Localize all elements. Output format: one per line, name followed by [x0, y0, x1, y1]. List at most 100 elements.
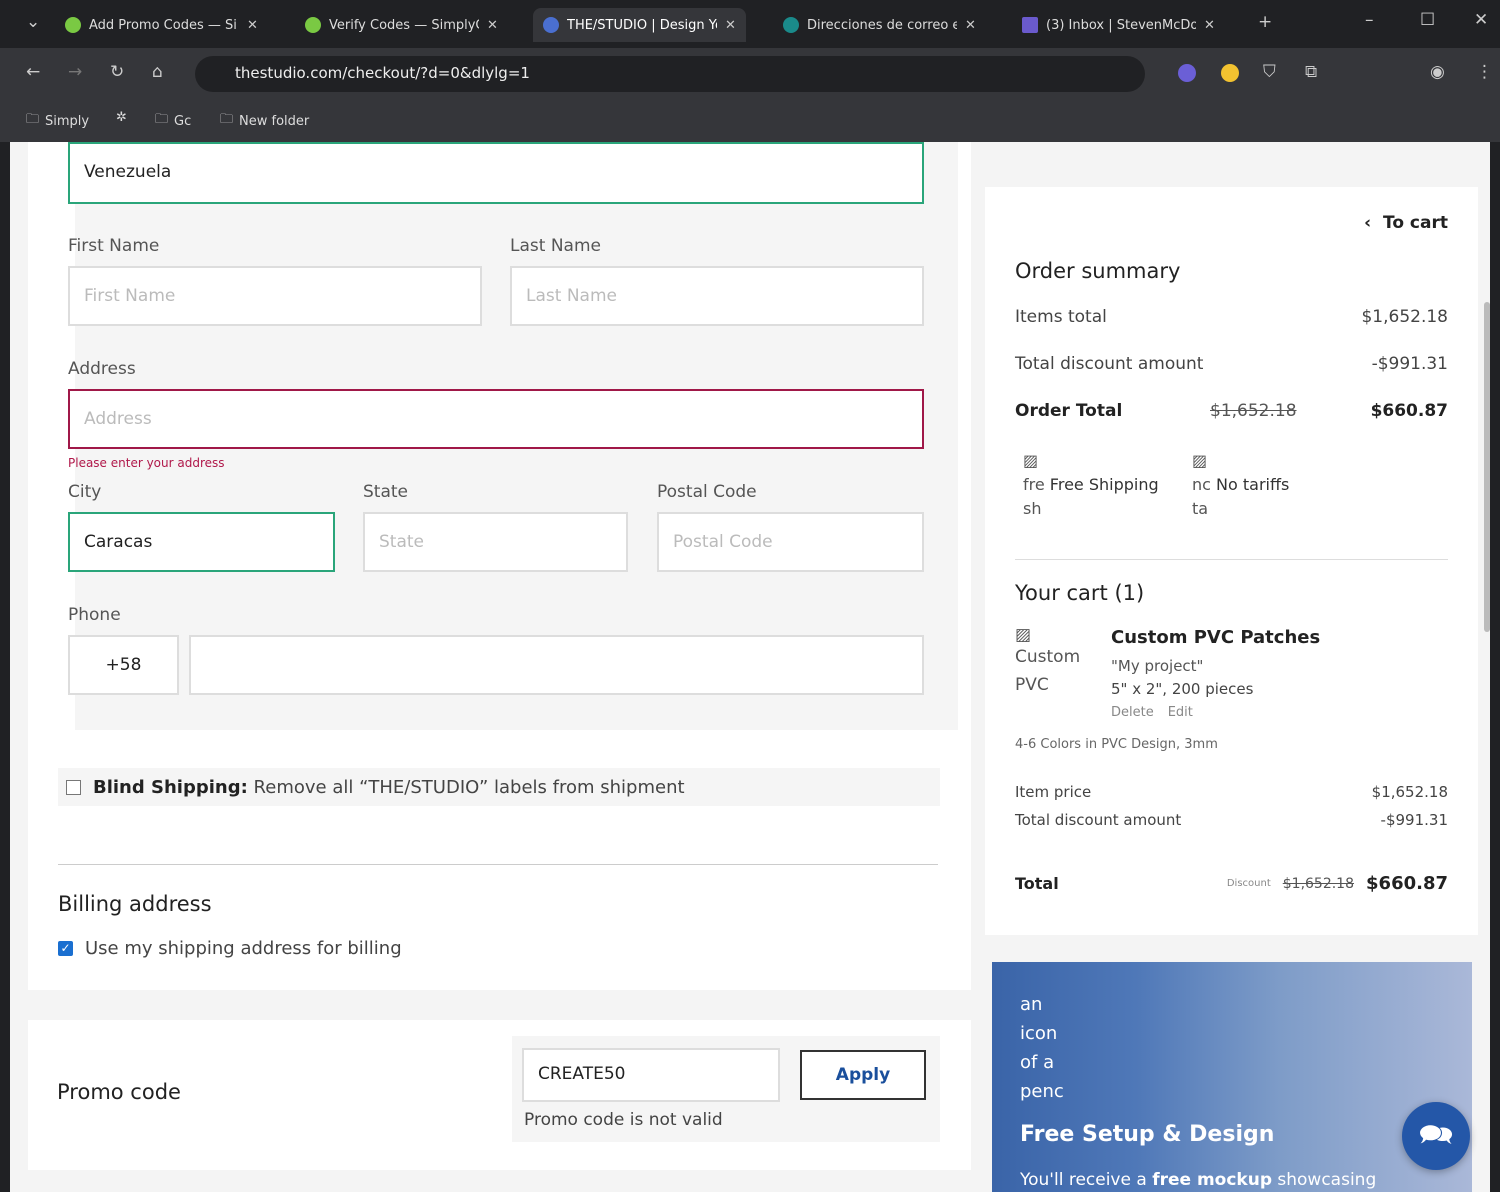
value: -$991.31 — [1380, 811, 1448, 829]
img-alt: nc — [1192, 475, 1211, 494]
forward-icon[interactable]: → — [68, 62, 82, 82]
phone-label: Phone — [68, 605, 121, 625]
old-price: $1,652.18 — [1282, 875, 1355, 892]
billing-checkbox-checked[interactable]: ✓ — [58, 941, 73, 956]
to-cart-link[interactable]: ‹ To cart — [1364, 213, 1448, 233]
postal-label: Postal Code — [657, 482, 757, 502]
folder-icon: 🗀 — [220, 112, 234, 127]
text-bold: free mockup — [1152, 1170, 1272, 1190]
alt-line: of a — [1020, 1052, 1055, 1073]
tab[interactable]: Direcciones de correo el ✕ — [773, 8, 986, 42]
last-name-input[interactable]: Last Name — [510, 266, 924, 326]
gear-icon: ✲ — [116, 110, 127, 125]
bookmarks-bar: 🗀 Simply ✲ 🗀 Gc 🗀 New folder — [0, 100, 1500, 142]
phone-country-code[interactable]: +58 — [68, 635, 179, 695]
address-input[interactable]: Address — [68, 389, 924, 449]
pencil-image-alt: an icon of a penc — [1020, 990, 1064, 1106]
site-icon — [65, 17, 81, 33]
delete-link[interactable]: Delete — [1111, 705, 1154, 720]
value: -$991.31 — [1371, 354, 1448, 374]
first-name-input[interactable]: First Name — [68, 266, 482, 326]
close-icon[interactable]: ✕ — [725, 18, 736, 33]
postal-input[interactable]: Postal Code — [657, 512, 924, 572]
banner-title: Free Setup & Design — [1020, 1122, 1275, 1147]
broken-image-icon: ▨ — [1015, 625, 1032, 645]
apply-button[interactable]: Apply — [800, 1050, 926, 1100]
tab[interactable]: Add Promo Codes — Si ✕ — [55, 8, 268, 42]
phone-input[interactable] — [189, 635, 924, 695]
tab-title: Add Promo Codes — Si — [89, 17, 237, 33]
city-input[interactable]: Caracas — [68, 512, 335, 572]
edit-link[interactable]: Edit — [1168, 705, 1193, 720]
chat-button[interactable]: 🗪 — [1402, 1102, 1470, 1170]
site-icon — [543, 17, 559, 33]
site-icon — [783, 17, 799, 33]
state-input[interactable]: State — [363, 512, 628, 572]
perk-label: Free Shipping — [1049, 475, 1159, 494]
bookmark-folder[interactable]: 🗀 New folder — [220, 110, 309, 132]
value: $1,652.18 — [1361, 307, 1448, 327]
item-actions: Delete Edit — [1111, 705, 1193, 720]
billing-same-option[interactable]: ✓ Use my shipping address for billing — [58, 938, 402, 959]
text: showcasing — [1272, 1170, 1377, 1190]
last-name-label: Last Name — [510, 236, 601, 256]
close-icon[interactable]: ✕ — [965, 18, 976, 33]
blind-shipping-option[interactable]: Blind Shipping: Remove all “THE/STUDIO” … — [58, 768, 940, 806]
extensions-icon[interactable]: ⧉ — [1305, 62, 1317, 82]
label: Total discount amount — [1015, 354, 1204, 374]
shipping-section: Venezuela First Name First Name Last Nam… — [28, 142, 971, 990]
back-icon[interactable]: ← — [26, 62, 40, 82]
extension-icon[interactable] — [1178, 64, 1196, 82]
city-label: City — [68, 482, 102, 502]
label: Total — [1015, 874, 1059, 893]
address-bar[interactable]: thestudio.com/checkout/?d=0&dlylg=1 — [195, 56, 1145, 92]
broken-image-icon: ▨ — [1192, 451, 1208, 470]
close-window-icon[interactable]: ✕ — [1474, 10, 1488, 30]
home-icon[interactable]: ⌂ — [152, 62, 163, 82]
address-label: Address — [68, 359, 136, 379]
minimize-icon[interactable]: – — [1365, 10, 1374, 30]
alt-line: an — [1020, 994, 1043, 1015]
cart-title: Your cart (1) — [1015, 581, 1145, 605]
shipping-form: Venezuela First Name First Name Last Nam… — [68, 142, 958, 730]
img-alt: sh — [1023, 499, 1042, 518]
divider — [58, 864, 938, 865]
close-icon[interactable]: ✕ — [487, 18, 498, 33]
item-price-row: Item price $1,652.18 — [1015, 783, 1448, 801]
alt-line: icon — [1020, 1023, 1058, 1044]
scrollbar[interactable] — [1484, 302, 1490, 632]
address-error: Please enter your address — [68, 456, 225, 470]
promo-title: Promo code — [57, 1080, 181, 1104]
first-name-label: First Name — [68, 236, 160, 256]
img-alt: Custom — [1015, 647, 1081, 667]
order-total-row: Order Total $1,652.18 $660.87 — [1015, 401, 1448, 421]
bookmark-folder[interactable]: 🗀 Gc — [155, 110, 191, 132]
bookmark-settings[interactable]: ✲ — [116, 110, 127, 125]
country-select[interactable]: Venezuela — [68, 142, 924, 204]
item-size: 5" x 2", 200 pieces — [1111, 680, 1254, 698]
bookmark-folder[interactable]: 🗀 Simply — [26, 110, 89, 132]
reload-icon[interactable]: ↻ — [110, 62, 124, 82]
perk-no-tariffs: ▨ nc No tariffs ta — [1192, 449, 1289, 521]
tab-list-icon[interactable]: ⌄ — [26, 12, 40, 32]
label: Item price — [1015, 783, 1092, 801]
new-tab-icon[interactable]: + — [1258, 12, 1272, 32]
tab-title: (3) Inbox | StevenMcDon — [1046, 17, 1196, 33]
old-price: $1,652.18 — [1210, 401, 1297, 421]
promo-error: Promo code is not valid — [524, 1110, 723, 1130]
maximize-icon[interactable]: ☐ — [1420, 10, 1435, 30]
folder-icon: 🗀 — [26, 112, 40, 127]
profile-icon[interactable]: ◉ — [1430, 62, 1445, 82]
banner-text: You'll receive a free mockup showcasing — [1020, 1170, 1376, 1190]
tab[interactable]: Verify Codes — SimplyC ✕ — [295, 8, 508, 42]
blind-shipping-checkbox[interactable] — [66, 779, 81, 795]
tab-active[interactable]: THE/STUDIO | Design Yo ✕ — [533, 8, 746, 42]
label: Total discount amount — [1015, 811, 1182, 829]
menu-icon[interactable]: ⋮ — [1476, 62, 1493, 82]
close-icon[interactable]: ✕ — [247, 18, 258, 33]
tab[interactable]: (3) Inbox | StevenMcDon ✕ — [1012, 8, 1225, 42]
promo-input[interactable]: CREATE50 — [522, 1048, 780, 1102]
shield-icon[interactable]: ⛉ — [1263, 62, 1276, 82]
close-icon[interactable]: ✕ — [1204, 18, 1215, 33]
extension-icon[interactable] — [1221, 64, 1239, 82]
